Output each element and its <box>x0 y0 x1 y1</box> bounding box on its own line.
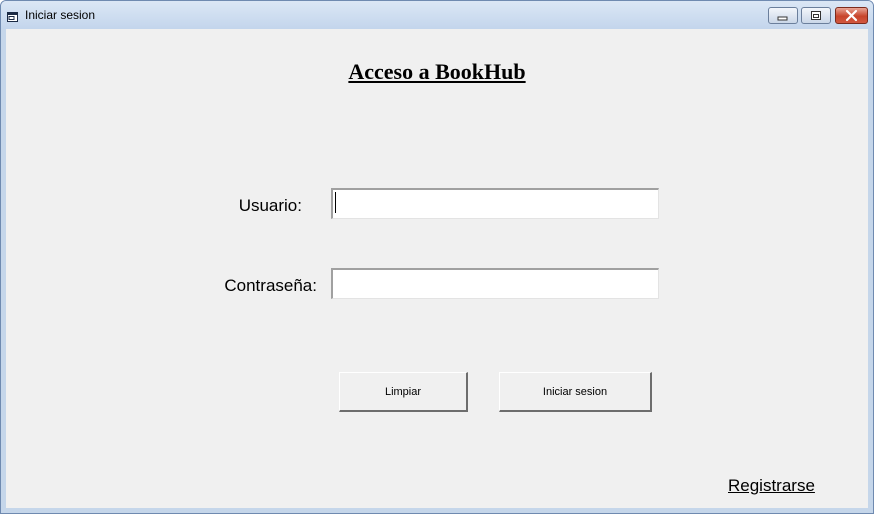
password-input[interactable] <box>331 268 659 299</box>
clear-button[interactable]: Limpiar <box>339 372 468 412</box>
username-label: Usuario: <box>238 196 302 215</box>
restore-icon <box>811 11 821 20</box>
password-label: Contraseña: <box>224 276 317 295</box>
page-title: Acceso a BookHub <box>348 59 526 84</box>
close-icon <box>845 9 858 22</box>
login-button[interactable]: Iniciar sesion <box>499 372 652 412</box>
login-window: Iniciar sesion Acceso a BookHub Usuario:… <box>0 0 874 514</box>
minimize-icon <box>777 16 788 21</box>
close-button[interactable] <box>835 7 868 24</box>
register-link[interactable]: Registrarse <box>728 476 815 496</box>
minimize-button[interactable] <box>768 7 798 24</box>
form-window-icon <box>7 9 18 22</box>
username-input[interactable] <box>331 188 659 219</box>
form-area: Acceso a BookHub Usuario: Contraseña: Li… <box>6 29 868 508</box>
text-cursor <box>335 192 336 213</box>
title-bar[interactable]: Iniciar sesion <box>1 1 873 29</box>
window-title: Iniciar sesion <box>25 8 96 22</box>
maximize-button[interactable] <box>801 7 831 24</box>
